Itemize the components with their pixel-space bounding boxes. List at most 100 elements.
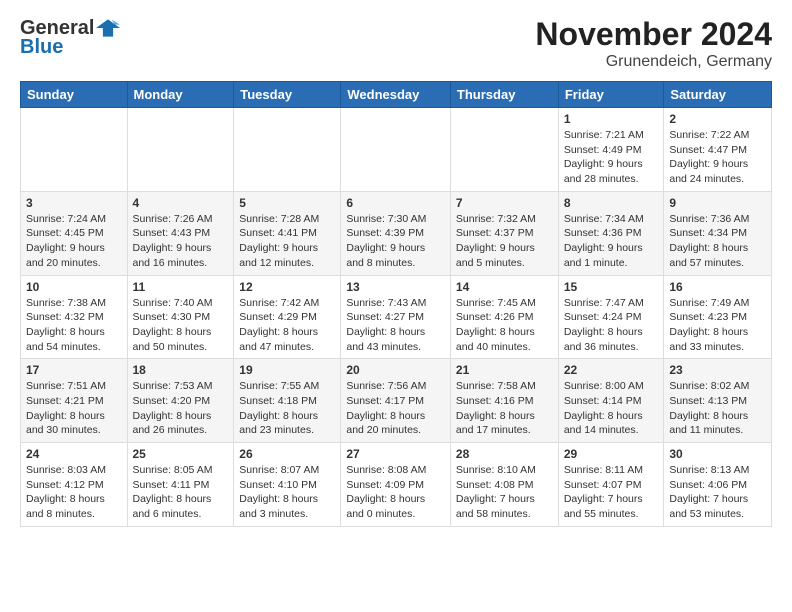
calendar-week-row: 3 Sunrise: 7:24 AM Sunset: 4:45 PM Daylig… [21, 191, 772, 275]
calendar-cell: 14 Sunrise: 7:45 AM Sunset: 4:26 PM Dayli… [450, 275, 558, 359]
calendar-day-header: Saturday [664, 82, 772, 108]
day-info: Sunrise: 8:03 AM Sunset: 4:12 PM Dayligh… [26, 463, 122, 522]
day-info: Sunrise: 8:13 AM Sunset: 4:06 PM Dayligh… [669, 463, 766, 522]
day-number: 10 [26, 280, 122, 294]
day-info: Sunrise: 7:42 AM Sunset: 4:29 PM Dayligh… [239, 296, 335, 355]
day-info: Sunrise: 8:11 AM Sunset: 4:07 PM Dayligh… [564, 463, 659, 522]
day-number: 9 [669, 196, 766, 210]
day-info: Sunrise: 7:21 AM Sunset: 4:49 PM Dayligh… [564, 128, 659, 187]
calendar-cell: 11 Sunrise: 7:40 AM Sunset: 4:30 PM Dayli… [127, 275, 234, 359]
calendar-day-header: Friday [558, 82, 664, 108]
day-info: Sunrise: 8:08 AM Sunset: 4:09 PM Dayligh… [346, 463, 445, 522]
calendar-week-row: 17 Sunrise: 7:51 AM Sunset: 4:21 PM Dayli… [21, 359, 772, 443]
day-number: 30 [669, 447, 766, 461]
calendar-cell [234, 108, 341, 192]
day-info: Sunrise: 7:24 AM Sunset: 4:45 PM Dayligh… [26, 212, 122, 271]
calendar-cell: 27 Sunrise: 8:08 AM Sunset: 4:09 PM Dayli… [341, 443, 451, 527]
day-number: 8 [564, 196, 659, 210]
day-number: 22 [564, 363, 659, 377]
day-info: Sunrise: 7:45 AM Sunset: 4:26 PM Dayligh… [456, 296, 553, 355]
day-info: Sunrise: 8:02 AM Sunset: 4:13 PM Dayligh… [669, 379, 766, 438]
day-info: Sunrise: 7:43 AM Sunset: 4:27 PM Dayligh… [346, 296, 445, 355]
day-info: Sunrise: 8:00 AM Sunset: 4:14 PM Dayligh… [564, 379, 659, 438]
calendar-cell [127, 108, 234, 192]
calendar-cell [21, 108, 128, 192]
calendar-cell: 2Sunrise: 7:22 AM Sunset: 4:47 PM Daylig… [664, 108, 772, 192]
day-number: 20 [346, 363, 445, 377]
day-number: 17 [26, 363, 122, 377]
calendar-day-header: Tuesday [234, 82, 341, 108]
day-info: Sunrise: 7:40 AM Sunset: 4:30 PM Dayligh… [133, 296, 229, 355]
calendar-cell: 5 Sunrise: 7:28 AM Sunset: 4:41 PM Daylig… [234, 191, 341, 275]
day-number: 14 [456, 280, 553, 294]
calendar-cell: 17 Sunrise: 7:51 AM Sunset: 4:21 PM Dayli… [21, 359, 128, 443]
calendar-day-header: Thursday [450, 82, 558, 108]
day-info: Sunrise: 7:26 AM Sunset: 4:43 PM Dayligh… [133, 212, 229, 271]
day-info: Sunrise: 7:51 AM Sunset: 4:21 PM Dayligh… [26, 379, 122, 438]
calendar-header-row: SundayMondayTuesdayWednesdayThursdayFrid… [21, 82, 772, 108]
day-info: Sunrise: 7:47 AM Sunset: 4:24 PM Dayligh… [564, 296, 659, 355]
day-info: Sunrise: 7:34 AM Sunset: 4:36 PM Dayligh… [564, 212, 659, 271]
day-number: 19 [239, 363, 335, 377]
calendar-cell: 18 Sunrise: 7:53 AM Sunset: 4:20 PM Dayli… [127, 359, 234, 443]
day-number: 23 [669, 363, 766, 377]
day-info: Sunrise: 8:07 AM Sunset: 4:10 PM Dayligh… [239, 463, 335, 522]
calendar-cell: 21Sunrise: 7:58 AM Sunset: 4:16 PM Dayli… [450, 359, 558, 443]
day-number: 26 [239, 447, 335, 461]
calendar-cell [450, 108, 558, 192]
header: General Blue November 2024 Grunendeich, … [20, 16, 772, 71]
calendar-cell: 10Sunrise: 7:38 AM Sunset: 4:32 PM Dayli… [21, 275, 128, 359]
day-info: Sunrise: 8:05 AM Sunset: 4:11 PM Dayligh… [133, 463, 229, 522]
calendar-day-header: Wednesday [341, 82, 451, 108]
day-info: Sunrise: 7:22 AM Sunset: 4:47 PM Dayligh… [669, 128, 766, 187]
day-number: 13 [346, 280, 445, 294]
day-number: 11 [133, 280, 229, 294]
calendar-cell: 24 Sunrise: 8:03 AM Sunset: 4:12 PM Dayli… [21, 443, 128, 527]
day-number: 28 [456, 447, 553, 461]
day-number: 18 [133, 363, 229, 377]
day-number: 3 [26, 196, 122, 210]
day-info: Sunrise: 7:32 AM Sunset: 4:37 PM Dayligh… [456, 212, 553, 271]
day-number: 29 [564, 447, 659, 461]
day-info: Sunrise: 7:53 AM Sunset: 4:20 PM Dayligh… [133, 379, 229, 438]
calendar-cell: 7 Sunrise: 7:32 AM Sunset: 4:37 PM Daylig… [450, 191, 558, 275]
calendar-cell: 13 Sunrise: 7:43 AM Sunset: 4:27 PM Dayli… [341, 275, 451, 359]
calendar-cell: 19Sunrise: 7:55 AM Sunset: 4:18 PM Dayli… [234, 359, 341, 443]
calendar-cell: 8 Sunrise: 7:34 AM Sunset: 4:36 PM Daylig… [558, 191, 664, 275]
day-number: 25 [133, 447, 229, 461]
calendar-week-row: 24 Sunrise: 8:03 AM Sunset: 4:12 PM Dayli… [21, 443, 772, 527]
day-info: Sunrise: 8:10 AM Sunset: 4:08 PM Dayligh… [456, 463, 553, 522]
calendar-cell [341, 108, 451, 192]
calendar-cell: 6Sunrise: 7:30 AM Sunset: 4:39 PM Daylig… [341, 191, 451, 275]
location-title: Grunendeich, Germany [535, 53, 772, 71]
day-info: Sunrise: 7:36 AM Sunset: 4:34 PM Dayligh… [669, 212, 766, 271]
day-info: Sunrise: 7:49 AM Sunset: 4:23 PM Dayligh… [669, 296, 766, 355]
day-number: 15 [564, 280, 659, 294]
day-number: 7 [456, 196, 553, 210]
day-number: 16 [669, 280, 766, 294]
calendar-cell: 26 Sunrise: 8:07 AM Sunset: 4:10 PM Dayli… [234, 443, 341, 527]
calendar-week-row: 10Sunrise: 7:38 AM Sunset: 4:32 PM Dayli… [21, 275, 772, 359]
logo-bird-icon [96, 16, 120, 40]
day-number: 27 [346, 447, 445, 461]
calendar-day-header: Sunday [21, 82, 128, 108]
day-number: 5 [239, 196, 335, 210]
calendar-cell: 1Sunrise: 7:21 AM Sunset: 4:49 PM Daylig… [558, 108, 664, 192]
calendar-cell: 30 Sunrise: 8:13 AM Sunset: 4:06 PM Dayli… [664, 443, 772, 527]
day-number: 12 [239, 280, 335, 294]
calendar-cell: 22 Sunrise: 8:00 AM Sunset: 4:14 PM Dayli… [558, 359, 664, 443]
day-info: Sunrise: 7:56 AM Sunset: 4:17 PM Dayligh… [346, 379, 445, 438]
calendar-week-row: 1Sunrise: 7:21 AM Sunset: 4:49 PM Daylig… [21, 108, 772, 192]
day-info: Sunrise: 7:28 AM Sunset: 4:41 PM Dayligh… [239, 212, 335, 271]
page: General Blue November 2024 Grunendeich, … [0, 0, 792, 537]
logo: General Blue [20, 16, 120, 59]
day-number: 24 [26, 447, 122, 461]
logo-blue-text: Blue [20, 36, 63, 59]
calendar-cell: 15 Sunrise: 7:47 AM Sunset: 4:24 PM Dayli… [558, 275, 664, 359]
day-number: 4 [133, 196, 229, 210]
calendar-cell: 16 Sunrise: 7:49 AM Sunset: 4:23 PM Dayli… [664, 275, 772, 359]
calendar-cell: 25 Sunrise: 8:05 AM Sunset: 4:11 PM Dayli… [127, 443, 234, 527]
day-number: 6 [346, 196, 445, 210]
calendar-cell: 12 Sunrise: 7:42 AM Sunset: 4:29 PM Dayli… [234, 275, 341, 359]
calendar-cell: 4 Sunrise: 7:26 AM Sunset: 4:43 PM Daylig… [127, 191, 234, 275]
